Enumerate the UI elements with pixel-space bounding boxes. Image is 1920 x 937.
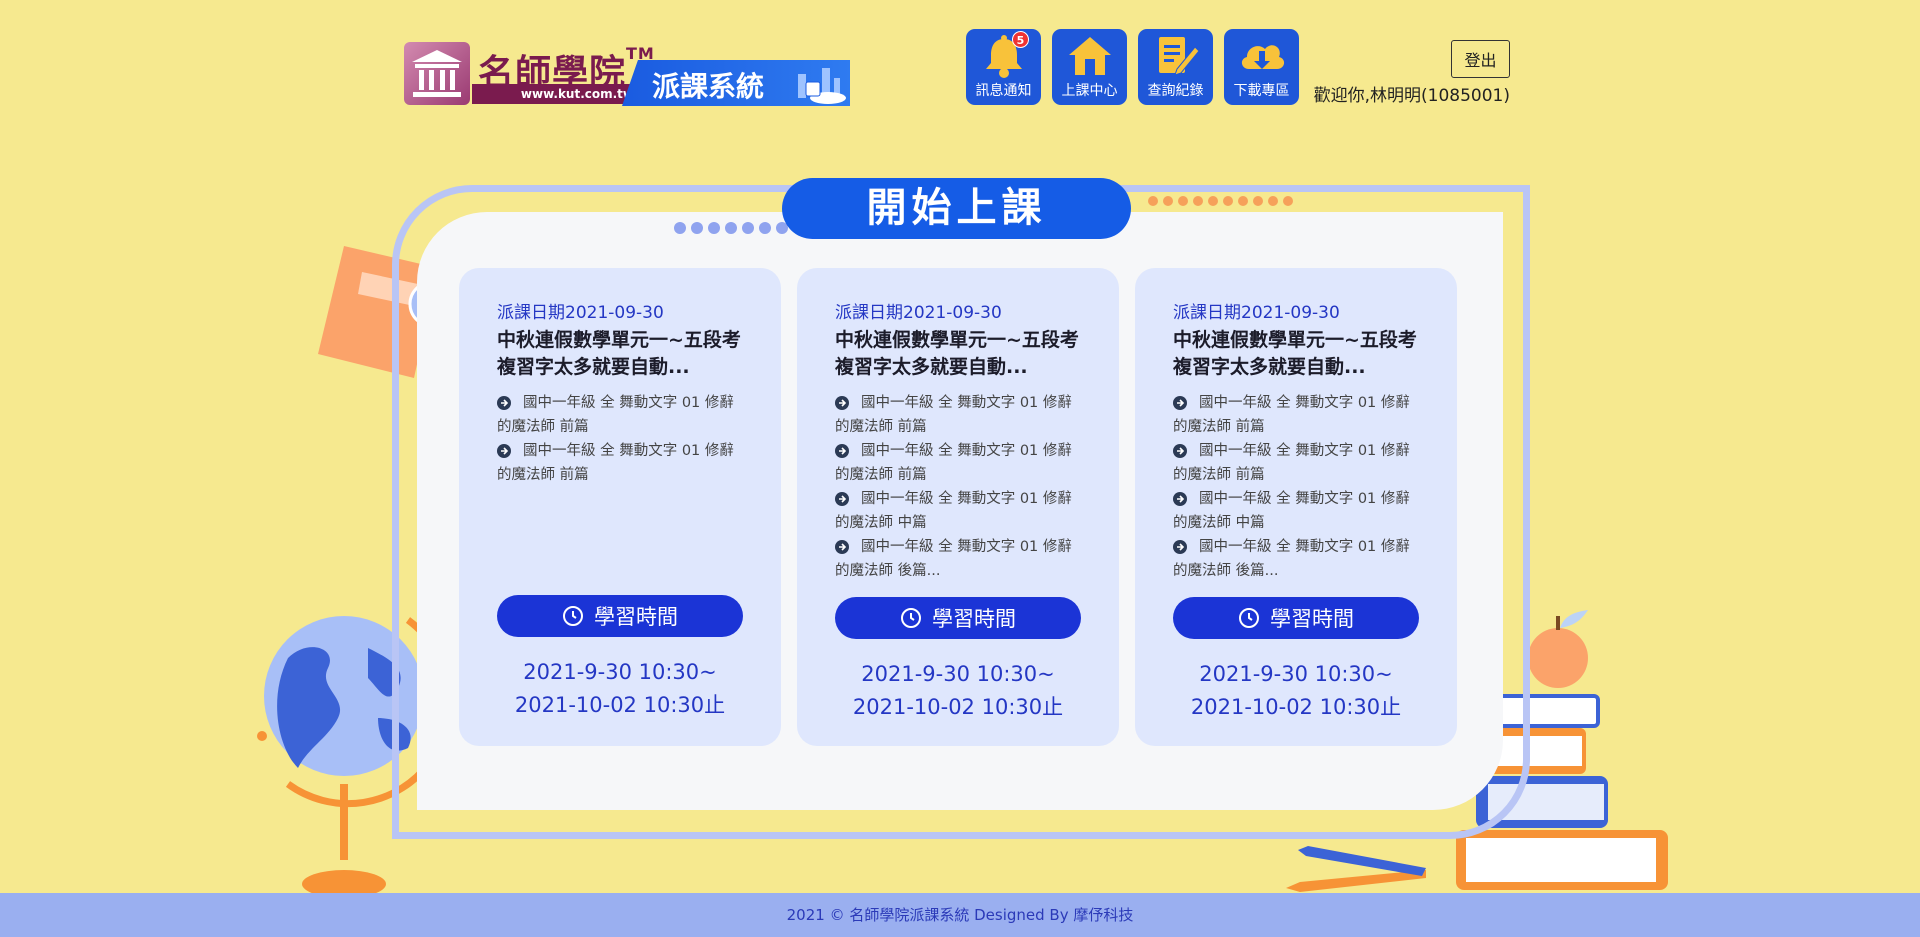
footer-copyright: 2021 © 名師學院派課系統 Designed By 摩伃科技 [0, 893, 1920, 937]
arrow-right-circle-icon [1173, 492, 1187, 506]
course-card: 派課日期2021-09-30 中秋連假數學單元一~五段考複習字太多就要自動...… [459, 268, 781, 746]
lesson-item[interactable]: 國中一年級 全 舞動文字 01 修辭的魔法師 前篇 [497, 391, 743, 439]
nav-label: 上課中心 [1061, 83, 1118, 99]
lesson-item[interactable]: 國中一年級 全 舞動文字 01 修辭的魔法師 前篇 [1173, 391, 1419, 439]
top-nav: 5 訊息通知 上課中心 查詢紀錄 下載專區 [966, 29, 1299, 105]
arrow-right-circle-icon [835, 444, 849, 458]
page-title: 開始上課 [782, 178, 1131, 239]
nav-download-button[interactable]: 下載專區 [1224, 29, 1299, 105]
study-time-button[interactable]: 學習時間 [497, 595, 743, 637]
logo[interactable]: 名師學院TM www.kut.com.tw 派課系統 [404, 42, 850, 106]
arrow-right-circle-icon [1173, 396, 1187, 410]
lesson-list: 國中一年級 全 舞動文字 01 修辭的魔法師 前篇 國中一年級 全 舞動文字 0… [1173, 391, 1419, 583]
lesson-item[interactable]: 國中一年級 全 舞動文字 01 修辭的魔法師 前篇 [835, 391, 1081, 439]
cloud-download-icon [1241, 45, 1285, 69]
logout-button[interactable]: 登出 [1451, 40, 1510, 78]
clock-icon [563, 606, 583, 626]
lesson-list: 國中一年級 全 舞動文字 01 修辭的魔法師 前篇 國中一年級 全 舞動文字 0… [835, 391, 1081, 583]
lesson-item[interactable]: 國中一年級 全 舞動文字 01 修辭的魔法師 中篇 [1173, 487, 1419, 535]
course-title: 中秋連假數學單元一~五段考複習字太多就要自動... [497, 329, 741, 378]
arrow-right-circle-icon [835, 396, 849, 410]
pencils-decoration [1286, 846, 1426, 892]
lesson-item[interactable]: 國中一年級 全 舞動文字 01 修辭的魔法師 前篇 [835, 439, 1081, 487]
arrow-right-circle-icon [1173, 444, 1187, 458]
lesson-item[interactable]: 國中一年級 全 舞動文字 01 修辭的魔法師 後篇... [1173, 535, 1419, 583]
clock-icon [1239, 608, 1259, 628]
arrow-right-circle-icon [835, 540, 849, 554]
lesson-list: 國中一年級 全 舞動文字 01 修辭的魔法師 前篇 國中一年級 全 舞動文字 0… [497, 391, 743, 487]
home-icon [1069, 37, 1111, 75]
study-time-range: 2021-9-30 10:30~ 2021-10-02 10:30止 [852, 662, 1064, 719]
study-time-range: 2021-9-30 10:30~ 2021-10-02 10:30止 [1190, 662, 1402, 719]
arrow-right-circle-icon [497, 396, 511, 410]
lesson-item[interactable]: 國中一年級 全 舞動文字 01 修辭的魔法師 前篇 [1173, 439, 1419, 487]
logo-system-name: 派課系統 [652, 70, 765, 103]
course-card: 派課日期2021-09-30 中秋連假數學單元一~五段考複習字太多就要自動...… [797, 268, 1119, 746]
nav-class-center-button[interactable]: 上課中心 [1052, 29, 1127, 105]
lesson-item[interactable]: 國中一年級 全 舞動文字 01 修辭的魔法師 後篇... [835, 535, 1081, 583]
notification-count-badge: 5 [1012, 31, 1029, 48]
study-time-button[interactable]: 學習時間 [1173, 597, 1419, 639]
course-title: 中秋連假數學單元一~五段考複習字太多就要自動... [1173, 329, 1417, 378]
nav-notifications-button[interactable]: 5 訊息通知 [966, 29, 1041, 105]
arrow-right-circle-icon [835, 492, 849, 506]
logo-url: www.kut.com.tw [472, 84, 642, 104]
nav-label: 訊息通知 [975, 83, 1032, 99]
assign-date: 派課日期2021-09-30 [1173, 303, 1340, 323]
study-time-range: 2021-9-30 10:30~ 2021-10-02 10:30止 [514, 660, 726, 717]
course-title: 中秋連假數學單元一~五段考複習字太多就要自動... [835, 329, 1079, 378]
nav-label: 查詢紀錄 [1147, 83, 1204, 99]
course-card: 派課日期2021-09-30 中秋連假數學單元一~五段考複習字太多就要自動...… [1135, 268, 1457, 746]
logo-system-banner: 派課系統 [622, 60, 850, 106]
clock-icon [901, 608, 921, 628]
cloud-city-icon [798, 68, 846, 104]
lesson-item[interactable]: 國中一年級 全 舞動文字 01 修辭的魔法師 前篇 [497, 439, 743, 487]
document-edit-icon [1159, 37, 1200, 76]
decorative-dots-orange [1148, 196, 1293, 206]
assign-date: 派課日期2021-09-30 [497, 303, 664, 323]
welcome-user-text: 歡迎你,林明明(1085001) [1313, 86, 1510, 106]
course-card-list: 派課日期2021-09-30 中秋連假數學單元一~五段考複習字太多就要自動...… [459, 268, 1457, 746]
arrow-right-circle-icon [497, 444, 511, 458]
academy-building-icon [404, 42, 470, 105]
lesson-item[interactable]: 國中一年級 全 舞動文字 01 修辭的魔法師 中篇 [835, 487, 1081, 535]
nav-records-button[interactable]: 查詢紀錄 [1138, 29, 1213, 105]
arrow-right-circle-icon [1173, 540, 1187, 554]
assign-date: 派課日期2021-09-30 [835, 303, 1002, 323]
study-time-button[interactable]: 學習時間 [835, 597, 1081, 639]
nav-label: 下載專區 [1233, 83, 1290, 99]
